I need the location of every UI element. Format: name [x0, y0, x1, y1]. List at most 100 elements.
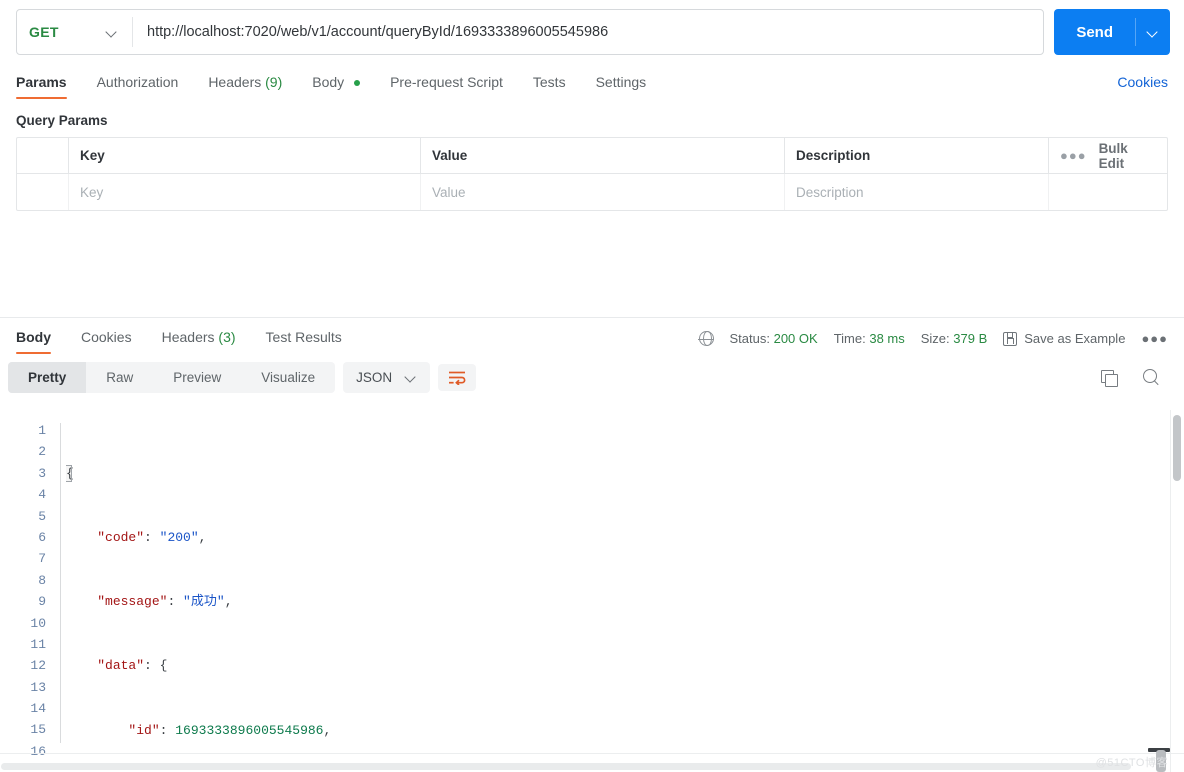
url-input-group: GET: [16, 9, 1045, 55]
size-group: Size: 379 B: [921, 331, 988, 346]
tab-label: Body: [312, 74, 345, 90]
tab-authorization[interactable]: Authorization: [97, 74, 179, 99]
line-number: 11: [30, 636, 46, 652]
tab-label: Pre-request Script: [390, 74, 503, 90]
divider: [0, 753, 1184, 754]
response-tabs: Body Cookies Headers (3) Test Results St…: [0, 318, 1184, 354]
horizontal-scrollbar[interactable]: [0, 761, 1170, 772]
cookies-link[interactable]: Cookies: [1117, 74, 1168, 99]
line-number: 5: [38, 508, 46, 524]
scrollbar-thumb[interactable]: [1173, 415, 1181, 481]
tab-label: Authorization: [96, 74, 179, 90]
response-more-options-icon[interactable]: ●●●: [1141, 331, 1168, 346]
time-label: Time:: [833, 331, 866, 346]
time-group: Time: 38 ms: [834, 331, 905, 346]
tab-label: Headers: [208, 74, 262, 90]
size-label: Size:: [920, 331, 950, 346]
body-modified-dot-icon: [354, 80, 361, 86]
save-as-example-label: Save as Example: [1024, 331, 1126, 346]
line-number: 1: [38, 423, 46, 438]
status-value: 200 OK: [773, 331, 818, 346]
response-body-viewer[interactable]: 1 2 3 4 5 6 7 8 9 10 11 12 13 14 15 16 1…: [0, 410, 1184, 772]
param-value-input[interactable]: Value: [421, 174, 785, 210]
format-tab-preview[interactable]: Preview: [153, 362, 241, 393]
line-number: 10: [30, 615, 46, 631]
fold-guide-line: [60, 423, 61, 743]
chevron-down-icon: [107, 27, 118, 38]
status-group: Status: 200 OK: [730, 331, 818, 346]
table-header-row: Key Value Description ●●● Bulk Edit: [17, 138, 1167, 174]
scrollbar-thumb[interactable]: [1, 763, 1131, 770]
format-tab-visualize[interactable]: Visualize: [241, 362, 335, 393]
chevron-down-icon: [1148, 27, 1159, 38]
time-value: 38 ms: [869, 331, 905, 346]
code-line: {: [66, 464, 74, 482]
more-options-icon[interactable]: ●●●: [1060, 148, 1087, 163]
row-actions: [1049, 174, 1167, 210]
text-cursor: [66, 464, 72, 482]
tab-params[interactable]: Params: [16, 74, 67, 99]
wrap-lines-button[interactable]: [438, 364, 477, 391]
code-line: "code": "200",: [97, 530, 207, 546]
format-tab-pretty[interactable]: Pretty: [8, 362, 87, 393]
postman-window: GET Send Params Authorization Headers (9…: [0, 0, 1184, 772]
tab-label: Headers: [161, 329, 215, 345]
line-number: 6: [38, 529, 46, 545]
line-number-gutter: 1 2 3 4 5 6 7 8 9 10 11 12 13 14 15 16 1…: [0, 411, 56, 772]
line-number: 13: [30, 679, 46, 695]
table-row: Key Value Description: [17, 174, 1167, 210]
tab-headers[interactable]: Headers (9): [208, 74, 282, 99]
line-number: 12: [30, 658, 46, 674]
line-number: 15: [30, 722, 46, 738]
bulk-edit-button[interactable]: Bulk Edit: [1099, 141, 1156, 171]
tab-label: Test Results: [265, 329, 342, 345]
vertical-scrollbar[interactable]: [1170, 410, 1184, 772]
search-icon[interactable]: [1143, 369, 1160, 386]
row-checkbox-cell[interactable]: [17, 174, 69, 210]
line-number: 3: [38, 465, 46, 481]
watermark: @51CTO博客: [1095, 757, 1168, 769]
tab-label: Cookies: [81, 329, 132, 345]
response-tab-cookies[interactable]: Cookies: [81, 329, 132, 354]
tab-pre-request-script[interactable]: Pre-request Script: [390, 74, 503, 99]
param-description-input[interactable]: Description: [785, 174, 1049, 210]
http-method-label: GET: [29, 24, 59, 40]
code-fold-column[interactable]: [56, 411, 66, 772]
response-action-icons: [1101, 369, 1168, 387]
column-header-description: Description: [785, 138, 1049, 173]
send-button-label: Send: [1076, 23, 1113, 41]
response-tab-body[interactable]: Body: [16, 329, 51, 354]
status-label: Status:: [729, 331, 770, 346]
response-tab-test-results[interactable]: Test Results: [266, 329, 342, 354]
language-label: JSON: [356, 370, 393, 385]
save-icon: [1003, 331, 1018, 346]
chevron-down-icon: [406, 372, 417, 383]
line-number: 2: [38, 444, 46, 460]
copy-icon[interactable]: [1101, 369, 1118, 387]
query-params-table: Key Value Description ●●● Bulk Edit Key …: [16, 137, 1168, 211]
response-tab-headers[interactable]: Headers (3): [162, 329, 236, 354]
send-options-button[interactable]: [1136, 9, 1170, 55]
request-tabs: Params Authorization Headers (9) Body Pr…: [0, 67, 1184, 99]
request-url-input[interactable]: [133, 10, 1044, 54]
http-method-dropdown[interactable]: GET: [17, 10, 132, 54]
column-header-value: Value: [421, 138, 785, 173]
language-dropdown[interactable]: JSON: [343, 362, 431, 393]
tab-label: Settings: [595, 74, 647, 90]
tab-count: (9): [265, 74, 283, 90]
select-all-checkbox-cell[interactable]: [17, 138, 69, 173]
format-tab-raw[interactable]: Raw: [86, 362, 153, 393]
tab-settings[interactable]: Settings: [596, 74, 647, 99]
line-number: 8: [38, 572, 46, 588]
tab-body[interactable]: Body: [312, 74, 361, 99]
size-value: 379 B: [953, 331, 988, 346]
save-as-example-button[interactable]: Save as Example: [1003, 331, 1125, 346]
column-header-key: Key: [69, 138, 421, 173]
tab-tests[interactable]: Tests: [533, 74, 566, 99]
tab-label: Params: [16, 74, 67, 90]
response-format-toolbar: Pretty Raw Preview Visualize JSON: [0, 354, 1184, 393]
send-button[interactable]: Send: [1054, 9, 1170, 55]
param-key-input[interactable]: Key: [69, 174, 421, 210]
line-number: 7: [38, 551, 46, 567]
code-line: "data": {: [97, 658, 168, 674]
